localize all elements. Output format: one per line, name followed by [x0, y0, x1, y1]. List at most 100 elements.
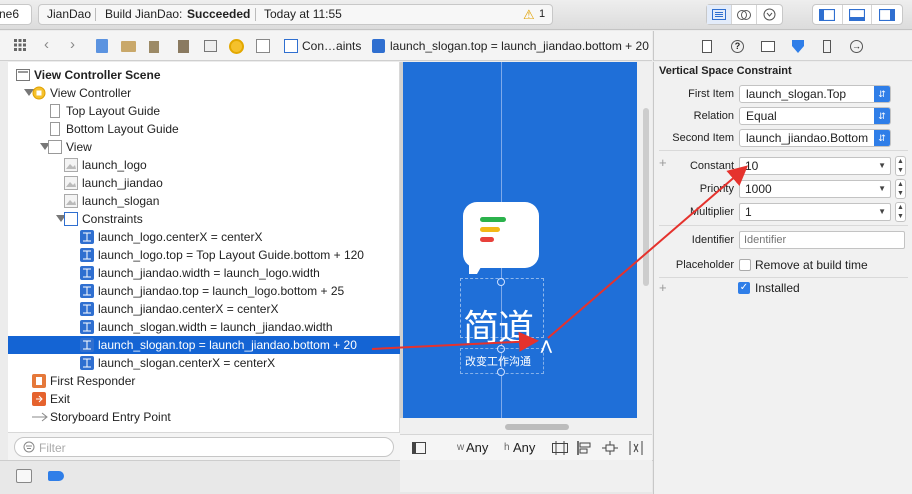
warning-count: 1	[539, 8, 546, 20]
outline-row-label: launch_jiandao.centerX = centerX	[98, 302, 279, 316]
storyboard-file-icon[interactable]	[178, 40, 189, 53]
breadcrumb-constraints[interactable]: Con…aints	[302, 39, 361, 53]
outline-constraint[interactable]: launch_slogan.top = launch_jiandao.botto…	[8, 336, 400, 354]
outline-top-layout-guide[interactable]: Top Layout Guide	[8, 102, 400, 120]
outline-row-label: launch_slogan.top = launch_jiandao.botto…	[98, 338, 357, 352]
outline-constraint[interactable]: launch_jiandao.top = launch_logo.bottom …	[8, 282, 400, 300]
constraints-group-icon[interactable]	[284, 39, 298, 53]
outline-storyboard-entry-point[interactable]: Storyboard Entry Point	[8, 408, 400, 426]
outline-constraints-group[interactable]: Constraints	[8, 210, 400, 228]
constraint-icon	[80, 266, 94, 280]
priority-stepper[interactable]: ▲ ▼	[895, 179, 906, 199]
add-variation-icon[interactable]: +	[659, 280, 667, 295]
standard-editor-icon[interactable]	[707, 5, 732, 24]
related-items-icon[interactable]	[14, 39, 26, 54]
breadcrumb-current[interactable]: launch_slogan.top = launch_jiandao.botto…	[390, 39, 649, 53]
quick-help-icon[interactable]: ?	[731, 40, 744, 53]
outline-constraint[interactable]: launch_slogan.centerX = centerX	[8, 354, 400, 372]
warning-icon[interactable]: ⚠	[523, 5, 535, 24]
filter-icon	[23, 441, 35, 456]
pin-icon[interactable]	[602, 441, 618, 458]
outline-constraint[interactable]: launch_logo.top = Top Layout Guide.botto…	[8, 246, 400, 264]
outline-image-view[interactable]: launch_slogan	[8, 192, 400, 210]
first-item-popup[interactable]: launch_slogan.Top ⇵	[739, 85, 891, 103]
inspector-divider	[659, 225, 908, 226]
debug-area-toggle-icon[interactable]	[843, 5, 873, 24]
update-frames-icon[interactable]	[552, 441, 568, 458]
second-item-popup[interactable]: launch_jiandao.Bottom ⇵	[739, 129, 891, 147]
align-icon[interactable]	[577, 441, 593, 458]
slogan-text: 改变工作沟通	[465, 355, 531, 368]
outline-row-label: Bottom Layout Guide	[66, 122, 179, 136]
outline-constraint[interactable]: launch_jiandao.width = launch_logo.width	[8, 264, 400, 282]
project-name: JianDao	[47, 7, 92, 21]
outline-image-view[interactable]: launch_logo	[8, 156, 400, 174]
relation-popup[interactable]: Equal ⇵	[739, 107, 891, 125]
interface-builder-canvas[interactable]: 简道 改变工作沟通 ⋀ w Any h Any	[400, 62, 652, 492]
constraints-folder-icon	[64, 212, 78, 226]
entry-arrow-icon	[32, 410, 48, 424]
size-class-height[interactable]: Any	[513, 440, 535, 455]
outline-image-view[interactable]: launch_jiandao	[8, 174, 400, 192]
assistant-editor-icon[interactable]	[732, 5, 757, 24]
folder-icon[interactable]	[121, 41, 136, 52]
navigator-toggle-icon[interactable]	[813, 5, 843, 24]
back-icon[interactable]: ‹	[44, 36, 49, 53]
identifier-field[interactable]	[739, 231, 905, 249]
outline-bottom-layout-guide[interactable]: Bottom Layout Guide	[8, 120, 400, 138]
outline-constraint[interactable]: launch_jiandao.centerX = centerX	[8, 300, 400, 318]
outline-first-responder[interactable]: First Responder	[8, 372, 400, 390]
multiplier-stepper[interactable]: ▲ ▼	[895, 202, 906, 222]
outline-row-label: launch_slogan.width = launch_jiandao.wid…	[98, 320, 333, 334]
view-icon[interactable]	[256, 39, 270, 53]
editor-mode-control[interactable]	[706, 4, 783, 25]
attributes-inspector-icon[interactable]	[791, 39, 805, 57]
project-file-icon[interactable]	[96, 39, 108, 53]
constraint-icon	[80, 320, 94, 334]
launch-jiandao[interactable]: 简道	[460, 278, 544, 349]
window-toolbar: ne6 JianDao Build JianDao: Succeeded Tod…	[0, 0, 912, 30]
constraint-icon[interactable]	[372, 39, 385, 53]
constant-stepper[interactable]: ▲ ▼	[895, 156, 906, 176]
identity-inspector-icon[interactable]	[761, 41, 775, 52]
outline-scene[interactable]: View Controller Scene	[8, 66, 400, 84]
outline-exit[interactable]: Exit	[8, 390, 400, 408]
constant-field[interactable]: 10 ▼	[739, 157, 891, 175]
priority-field[interactable]: 1000 ▼	[739, 180, 891, 198]
multiplier-field[interactable]: 1 ▼	[739, 203, 891, 221]
installed-checkbox[interactable]: ✓	[738, 282, 750, 294]
connections-inspector-icon[interactable]: →	[850, 40, 863, 53]
outline-view[interactable]: View	[8, 138, 400, 156]
launch-screen-view[interactable]: 简道 改变工作沟通 ⋀	[403, 62, 637, 418]
scheme-selector[interactable]: ne6	[0, 4, 32, 25]
canvas-horizontal-scrollbar[interactable]	[505, 424, 569, 430]
resolve-issues-icon[interactable]	[628, 441, 644, 458]
constraint-icon	[80, 248, 94, 262]
build-status: Succeeded	[187, 7, 251, 21]
launch-logo[interactable]	[463, 202, 539, 274]
canvas-vertical-scrollbar[interactable]	[643, 108, 649, 286]
constraint-icon	[80, 302, 94, 316]
outline-constraint[interactable]: launch_slogan.width = launch_jiandao.wid…	[8, 318, 400, 336]
scene-icon[interactable]	[204, 40, 217, 52]
breakpoint-toggle-icon[interactable]	[48, 471, 64, 481]
view-toggle-control[interactable]	[812, 4, 903, 25]
file-inspector-icon[interactable]	[702, 40, 712, 53]
version-editor-icon[interactable]	[757, 5, 782, 24]
outline-view-controller[interactable]: View Controller	[8, 84, 400, 102]
view-controller-icon[interactable]	[229, 39, 244, 54]
outline-toggle-icon[interactable]	[412, 442, 426, 454]
utilities-toggle-icon[interactable]	[872, 5, 902, 24]
remove-at-build-checkbox[interactable]	[739, 259, 751, 271]
group-folder-icon[interactable]	[149, 41, 159, 53]
constraint-icon	[80, 338, 94, 352]
dropdown-arrow-icon: ▼	[878, 161, 886, 170]
outline-row-label: First Responder	[50, 374, 136, 388]
outline-row-label: Exit	[50, 392, 71, 406]
hide-debug-icon[interactable]	[16, 469, 32, 483]
size-inspector-icon[interactable]	[823, 40, 831, 53]
filter-field[interactable]: Filter	[14, 437, 394, 457]
size-class-width[interactable]: Any	[466, 440, 488, 455]
outline-constraint[interactable]: launch_logo.centerX = centerX	[8, 228, 400, 246]
forward-icon[interactable]: ›	[70, 36, 75, 53]
